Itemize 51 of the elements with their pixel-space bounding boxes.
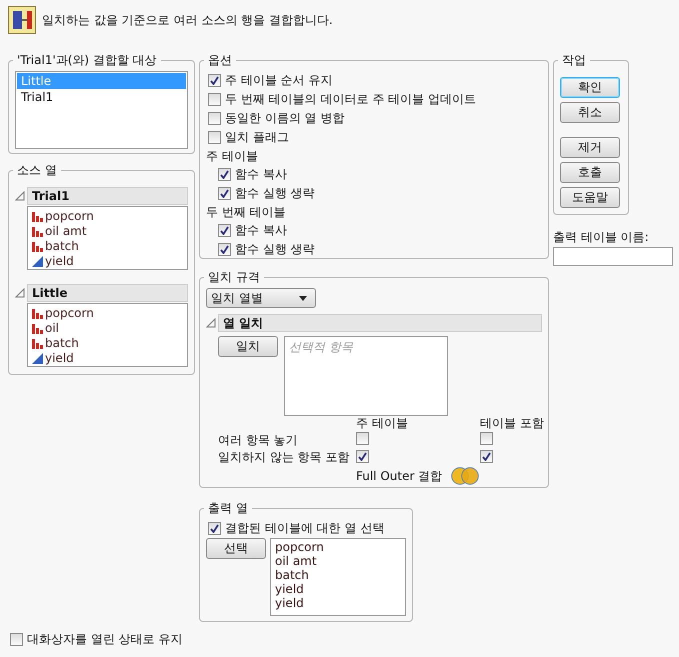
column-item[interactable]: oil amt [29, 223, 186, 238]
checkbox-label: 함수 복사 [235, 222, 287, 239]
section-label: 두 번째 테이블 [206, 204, 287, 221]
column-item[interactable]: batch [29, 335, 186, 350]
column-item[interactable]: popcorn [29, 305, 186, 320]
column-item[interactable]: yield [29, 350, 186, 365]
column-header: 테이블 포함 [480, 416, 545, 431]
checkbox-label: 동일한 이름의 열 병합 [225, 110, 344, 127]
row-label: 일치하지 않는 항목 포함 [218, 450, 350, 465]
section-header: 열 일치 [218, 314, 542, 332]
column-item[interactable]: yield [29, 253, 186, 268]
checkbox-label: 두 번째 테이블의 데이터로 주 테이블 업데이트 [225, 91, 476, 108]
match-list: 선택적 항목 [284, 336, 448, 416]
column-header: 주 테이블 [356, 416, 409, 431]
column-item[interactable]: popcorn [29, 208, 186, 223]
select-button[interactable]: 선택 [206, 538, 266, 559]
checkbox-label: 대화상자를 열린 상태로 유지 [27, 631, 182, 648]
action-button[interactable]: 호출 [560, 162, 620, 183]
list-item[interactable]: oil amt [275, 554, 401, 568]
group-title: 'Trial1'과(와) 결합할 대상 [16, 52, 158, 69]
list-item[interactable]: Trial1 [17, 89, 186, 105]
checkbox-label: 결합된 테이블에 대한 열 선택 [225, 520, 384, 537]
group-title: 출력 열 [207, 500, 249, 517]
list-item[interactable]: popcorn [275, 540, 401, 554]
group-title: 소스 열 [16, 162, 58, 179]
action-button[interactable]: 확인 [560, 77, 620, 98]
match-button[interactable]: 일치 [218, 336, 278, 357]
join-type-label: Full Outer 결합 [356, 468, 442, 484]
group-title: 옵션 [207, 52, 233, 69]
checkbox-label: 함수 복사 [235, 166, 287, 183]
description-text: 일치하는 값을 기준으로 여러 소스의 행을 결합합니다. [42, 12, 333, 28]
list-item[interactable]: batch [275, 568, 401, 582]
action-button[interactable]: 취소 [560, 102, 620, 123]
action-button[interactable]: 제거 [560, 137, 620, 158]
checkbox-label: 주 테이블 순서 유지 [225, 72, 332, 89]
column-item[interactable]: batch [29, 238, 186, 253]
group-title: 일치 규격 [207, 269, 261, 286]
checkbox-label: 일치 플래그 [225, 129, 289, 146]
group-title: 작업 [561, 52, 587, 69]
column-item[interactable]: oil [29, 320, 186, 335]
list-item[interactable]: yield [275, 596, 401, 610]
table-header: Little [27, 284, 188, 302]
table-header: Trial1 [27, 187, 188, 205]
method-dropdown[interactable]: 일치 열별 [206, 288, 316, 308]
section-label: 주 테이블 [206, 148, 259, 165]
checkbox-label: 함수 실행 생략 [235, 185, 315, 202]
action-button[interactable]: 도움말 [560, 187, 620, 208]
row-label: 여러 항목 놓기 [218, 433, 299, 448]
list-item[interactable]: yield [275, 582, 401, 596]
field-label: 출력 테이블 이름: [553, 229, 650, 246]
checkbox-label: 함수 실행 생략 [235, 241, 315, 258]
